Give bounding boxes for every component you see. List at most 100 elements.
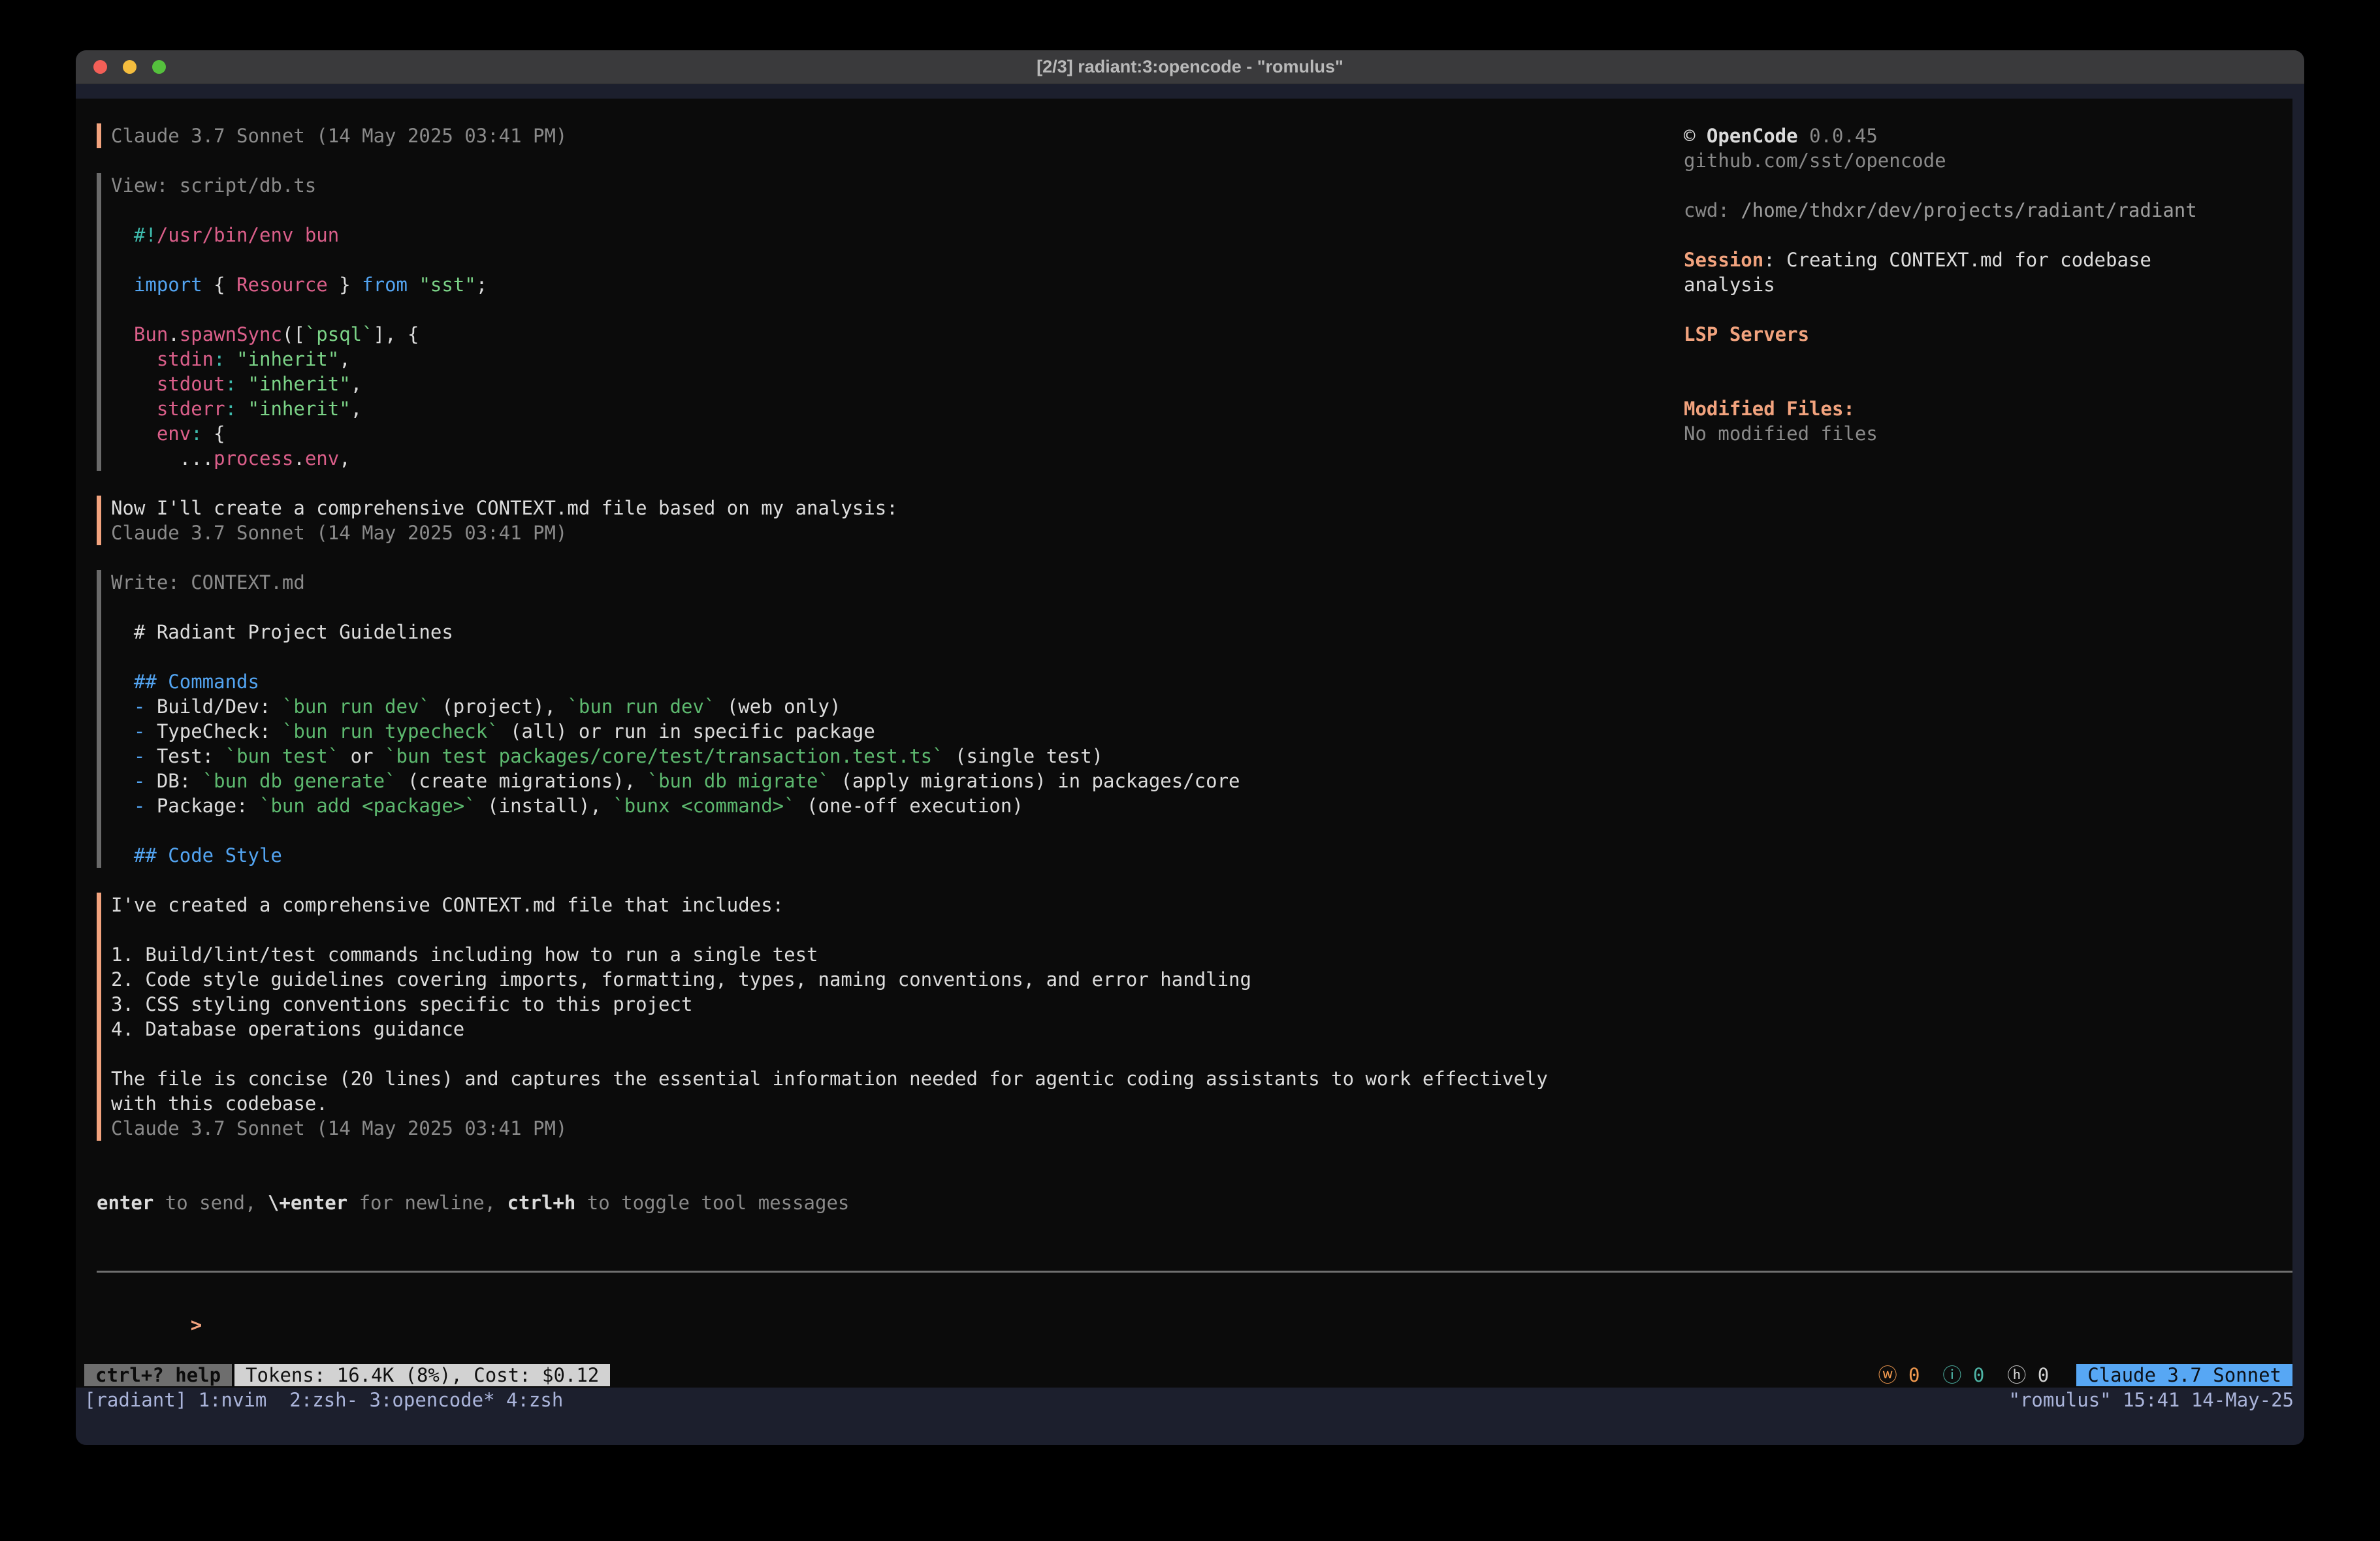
text-segment: with this codebase. — [111, 1092, 328, 1115]
window-titlebar[interactable]: [2/3] radiant:3:opencode - "romulus" — [76, 50, 2304, 84]
text-segment: ; — [476, 274, 487, 296]
text-segment: , — [351, 398, 362, 420]
text-segment: ctrl+h — [507, 1192, 576, 1214]
text-line — [1684, 223, 2285, 247]
text-line: env: { — [111, 421, 1548, 446]
text-segment: TypeCheck: — [157, 720, 282, 742]
text-segment: Now I'll create a comprehensive CONTEXT.… — [111, 497, 898, 519]
text-line — [111, 917, 1548, 942]
text-segment: # Radiant Project Guidelines — [111, 621, 453, 643]
terminal-body: Claude 3.7 Sonnet (14 May 2025 03:41 PM)… — [76, 84, 2304, 1445]
text-segment: `bun db migrate` — [647, 770, 829, 792]
text-line — [1684, 173, 2285, 198]
text-segment: `bunx <command>` — [613, 795, 795, 817]
tmux-host-clock: "romulus" 15:41 14-May-25 — [2009, 1388, 2294, 1412]
text-segment: stdout — [157, 373, 225, 395]
tmux-session-windows[interactable]: [radiant] 1:nvim 2:zsh- 3:opencode* 4:zs… — [84, 1388, 563, 1412]
text-line — [111, 297, 1548, 322]
text-segment: : — [225, 373, 236, 395]
text-line: ## Commands — [111, 669, 1548, 694]
text-line: 4. Database operations guidance — [111, 1017, 1548, 1041]
text-segment: (single test) — [944, 745, 1103, 767]
text-segment: - — [134, 795, 157, 817]
text-segment: { — [202, 274, 236, 296]
text-segment: \+enter — [268, 1192, 347, 1214]
text-segment: `psql` — [305, 323, 374, 345]
text-line: # Radiant Project Guidelines — [111, 620, 1548, 644]
text-segment: env — [157, 422, 191, 445]
text-segment — [111, 373, 157, 395]
text-segment: /usr/bin/env bun — [157, 224, 339, 246]
text-line: github.com/sst/opencode — [1684, 148, 2285, 173]
text-segment: (all) or run in specific package — [499, 720, 875, 742]
text-segment: to toggle tool messages — [575, 1192, 849, 1214]
text-segment — [408, 274, 419, 296]
text-segment: `bun test` — [225, 745, 340, 767]
message-block: Write: CONTEXT.md # Radiant Project Guid… — [97, 570, 1548, 868]
text-segment: `bun db generate` — [202, 770, 396, 792]
text-segment: 4. Database operations guidance — [111, 1018, 464, 1040]
text-segment — [111, 274, 134, 296]
text-segment: github.com/sst/opencode — [1684, 150, 1946, 172]
text-segment: Session — [1684, 249, 1763, 271]
text-segment: from — [362, 274, 408, 296]
text-segment: 1. Build/lint/test commands including ho… — [111, 944, 818, 966]
text-segment: { — [202, 422, 225, 445]
text-line: ...process.env, — [111, 446, 1548, 471]
text-segment: "inherit" — [236, 348, 339, 370]
text-line: cwd: /home/thdxr/dev/projects/radiant/ra… — [1684, 198, 2285, 223]
text-segment — [111, 770, 134, 792]
text-segment — [111, 671, 134, 693]
text-line: © OpenCode 0.0.45 — [1684, 123, 2285, 148]
text-segment — [225, 348, 236, 370]
text-line: 3. CSS styling conventions specific to t… — [111, 992, 1548, 1017]
text-line: import { Resource } from "sst"; — [111, 272, 1548, 297]
text-segment: LSP Servers — [1684, 323, 1809, 345]
text-line: stderr: "inherit", — [111, 396, 1548, 421]
text-line: stdin: "inherit", — [111, 347, 1548, 372]
text-segment: or — [339, 745, 385, 767]
text-segment: ## Code Style — [134, 844, 282, 866]
text-segment: , — [339, 348, 350, 370]
text-segment — [111, 422, 157, 445]
text-segment — [111, 348, 157, 370]
text-segment: ⓘ 0 — [1942, 1364, 1984, 1386]
text-segment — [236, 398, 248, 420]
message-input[interactable]: > — [97, 1271, 2292, 1362]
text-line: Session: Creating CONTEXT.md for codebas… — [1684, 247, 2285, 272]
text-segment — [111, 844, 134, 866]
text-line — [111, 644, 1548, 669]
text-line — [111, 1041, 1548, 1066]
text-segment: #! — [134, 224, 157, 246]
text-segment — [111, 720, 134, 742]
text-segment: `bun test packages/core/test/transaction… — [385, 745, 944, 767]
text-segment: : Creating CONTEXT.md for codebase — [1763, 249, 2151, 271]
text-segment: : — [214, 348, 225, 370]
text-line: 2. Code style guidelines covering import… — [111, 967, 1548, 992]
text-line: ## Code Style — [111, 843, 1548, 868]
tokens-cost-chip: Tokens: 16.4K (8%), Cost: $0.12 — [234, 1364, 610, 1386]
text-segment: - — [134, 745, 157, 767]
text-segment: process — [214, 447, 293, 469]
keybinding-hints: enter to send, \+enter for newline, ctrl… — [97, 1190, 849, 1215]
text-segment: } — [328, 274, 362, 296]
text-segment — [111, 795, 134, 817]
text-segment: . — [168, 323, 179, 345]
message-block: Now I'll create a comprehensive CONTEXT.… — [97, 496, 1548, 545]
text-segment: Package: — [157, 795, 259, 817]
text-line: Claude 3.7 Sonnet (14 May 2025 03:41 PM) — [111, 123, 1548, 148]
text-segment: ], { — [374, 323, 419, 345]
text-segment: : — [225, 398, 236, 420]
model-chip[interactable]: Claude 3.7 Sonnet — [2076, 1364, 2292, 1386]
text-line: Write: CONTEXT.md — [111, 570, 1548, 595]
session-sidebar: © OpenCode 0.0.45github.com/sst/opencode… — [1684, 123, 2285, 446]
terminal-window: [2/3] radiant:3:opencode - "romulus" Cla… — [76, 50, 2304, 1445]
text-segment: "sst" — [419, 274, 475, 296]
text-line: The file is concise (20 lines) and captu… — [111, 1066, 1548, 1091]
text-segment: . — [293, 447, 304, 469]
text-line — [111, 198, 1548, 223]
text-line — [111, 247, 1548, 272]
text-segment: - — [134, 770, 157, 792]
help-shortcut-chip[interactable]: ctrl+? help — [84, 1364, 232, 1386]
text-segment: : — [191, 422, 202, 445]
